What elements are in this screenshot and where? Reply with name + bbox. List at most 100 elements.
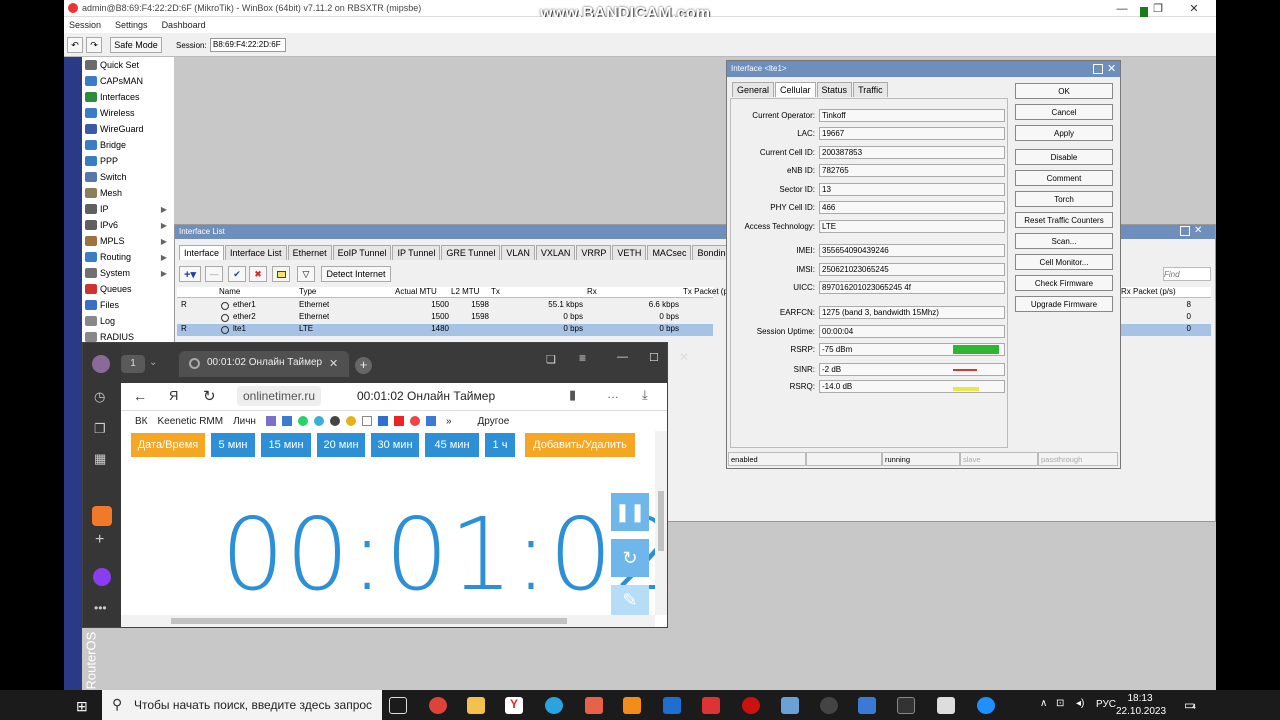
- sidebar-item-ipv6[interactable]: IPv6 ▶: [82, 217, 174, 233]
- browser-close-button[interactable]: ✕: [679, 350, 689, 364]
- restore-icon[interactable]: [1180, 226, 1190, 236]
- new-tab-button[interactable]: +: [355, 357, 372, 374]
- disable-button[interactable]: Disable: [1015, 149, 1113, 165]
- col-type[interactable]: Type: [299, 287, 316, 296]
- mail-icon[interactable]: [92, 506, 112, 526]
- scan-button[interactable]: Scan...: [1015, 233, 1113, 249]
- comment-button[interactable]: Comment: [1015, 170, 1113, 186]
- undo-button[interactable]: ↶: [67, 37, 83, 53]
- reload-icon[interactable]: ↻: [203, 387, 216, 405]
- sidebar-item-ppp[interactable]: PPP: [82, 153, 174, 169]
- tray-chevron-icon[interactable]: ∧: [1040, 698, 1047, 709]
- back-icon[interactable]: ←: [133, 388, 147, 404]
- whatsapp-icon[interactable]: [297, 416, 308, 426]
- current-cell-id-field[interactable]: 200387853: [819, 146, 1005, 159]
- redo-button[interactable]: ↷: [86, 37, 102, 53]
- safe-mode-button[interactable]: Safe Mode: [110, 37, 162, 53]
- find-input[interactable]: [1163, 267, 1211, 281]
- pause-button[interactable]: ❚❚: [611, 493, 649, 531]
- tab-gre-tunnel[interactable]: GRE Tunnel: [441, 245, 501, 260]
- more-options-icon[interactable]: …: [607, 387, 619, 401]
- app-icon[interactable]: [663, 697, 681, 714]
- timer-preset-button[interactable]: Добавить/Удалить: [525, 433, 635, 457]
- menu-settings[interactable]: Settings: [115, 20, 148, 30]
- col-rxp[interactable]: Rx Packet (p/s): [1121, 287, 1176, 296]
- tab-traffic[interactable]: Traffic: [853, 82, 888, 97]
- sector-id-field[interactable]: 13: [819, 183, 1005, 196]
- yandex-browser-icon[interactable]: Y: [505, 697, 523, 714]
- menu-session[interactable]: Session: [69, 20, 101, 30]
- browser-minimize-button[interactable]: —: [617, 351, 628, 363]
- table-row[interactable]: ether2 Ethernet 1500 1598 0 bps 0 bps: [177, 312, 713, 324]
- cell-monitor-button[interactable]: Cell Monitor...: [1015, 254, 1113, 270]
- col-rx[interactable]: Rx: [587, 287, 597, 296]
- task-view-icon[interactable]: [389, 697, 407, 714]
- col-l2mtu[interactable]: L2 MTU: [451, 287, 479, 296]
- language-indicator[interactable]: РУС: [1096, 699, 1116, 710]
- menu-icon[interactable]: ≡: [579, 351, 586, 365]
- enable-button[interactable]: ✔: [228, 266, 246, 282]
- network-icon[interactable]: ⊡: [1056, 698, 1064, 709]
- bookmark-keenetic[interactable]: Keenetic RMM: [158, 416, 224, 427]
- close-icon[interactable]: ✕: [1194, 225, 1202, 236]
- tab-close-icon[interactable]: ✕: [329, 357, 338, 370]
- bookmark-favicon-icon[interactable]: [265, 416, 276, 426]
- horizontal-scrollbar[interactable]: [121, 615, 655, 627]
- cancel-button[interactable]: Cancel: [1015, 104, 1113, 120]
- sidebar-item-mesh[interactable]: Mesh: [82, 185, 174, 201]
- session-uptime-field[interactable]: 00:00:04: [819, 325, 1005, 338]
- table-row[interactable]: Rether1 Ethernet 1500 1598 55.1 kbps 6.6 kbps: [177, 300, 713, 312]
- url-field[interactable]: onlinetimer.ru: [237, 386, 322, 406]
- sidebar-item-wireguard[interactable]: WireGuard: [82, 121, 174, 137]
- table-row[interactable]: Rlte1 LTE 1480 0 bps 0 bps: [177, 324, 713, 336]
- col-name[interactable]: Name: [219, 287, 240, 296]
- sidebar-item-switch[interactable]: Switch: [82, 169, 174, 185]
- bookmark-favicon-icon[interactable]: [329, 416, 340, 426]
- scroll-thumb[interactable]: [171, 618, 567, 624]
- windows-start-icon[interactable]: ⊞: [76, 698, 88, 715]
- sidebar-item-interfaces[interactable]: Interfaces: [82, 89, 174, 105]
- apply-button[interactable]: Apply: [1015, 125, 1113, 141]
- bookmark-favicon-icon[interactable]: [313, 416, 324, 426]
- chevron-down-icon[interactable]: ⌄: [149, 357, 157, 368]
- timer-preset-button[interactable]: 15 мин: [261, 433, 311, 457]
- history-icon[interactable]: ◷: [94, 389, 105, 405]
- check-firmware-button[interactable]: Check Firmware: [1015, 275, 1113, 291]
- anydesk-icon[interactable]: [585, 697, 603, 714]
- download-icon[interactable]: ⤓: [642, 387, 648, 403]
- lac-field[interactable]: 19667: [819, 127, 1005, 140]
- maps-icon[interactable]: [409, 416, 420, 426]
- add-icon[interactable]: +: [95, 531, 104, 549]
- timer-preset-button[interactable]: 20 мин: [317, 433, 365, 457]
- vertical-scrollbar[interactable]: [655, 431, 667, 615]
- torch-button[interactable]: Torch: [1015, 191, 1113, 207]
- sidebar-item-mpls[interactable]: MPLS ▶: [82, 233, 174, 249]
- chrome-icon[interactable]: [429, 697, 447, 714]
- app-icon[interactable]: [781, 697, 799, 714]
- apps-icon[interactable]: ▦: [94, 451, 106, 467]
- access-technology-field[interactable]: LTE: [819, 220, 1005, 233]
- winbox-icon[interactable]: [937, 697, 955, 714]
- upgrade-firmware-button[interactable]: Upgrade Firmware: [1015, 296, 1113, 312]
- close-button[interactable]: ✕: [1176, 0, 1212, 17]
- reset-button[interactable]: ↻: [611, 539, 649, 577]
- app-icon[interactable]: [977, 697, 995, 714]
- timer-preset-button[interactable]: 5 мин: [211, 433, 255, 457]
- disable-button[interactable]: ✖: [249, 266, 267, 282]
- collections-icon[interactable]: ❐: [94, 421, 106, 437]
- tab-interface[interactable]: Interface: [179, 245, 225, 260]
- bookmark-favicon-icon[interactable]: [281, 416, 292, 426]
- restore-icon[interactable]: [1093, 64, 1103, 74]
- close-icon[interactable]: ✕: [1107, 62, 1116, 75]
- sidebar-item-ip[interactable]: IP ▶: [82, 201, 174, 217]
- sidebar-item-log[interactable]: Log: [82, 313, 174, 329]
- bookmarks-more[interactable]: »: [446, 416, 452, 427]
- app-icon[interactable]: [820, 697, 838, 714]
- tab-eoip-tunnel[interactable]: EoIP Tunnel: [332, 245, 392, 260]
- session-field[interactable]: B8:69:F4:22:2D:6F: [210, 38, 286, 52]
- timer-preset-button[interactable]: 45 мин: [425, 433, 479, 457]
- add-button[interactable]: +▾: [179, 266, 201, 282]
- tab-vxlan[interactable]: VXLAN: [535, 245, 576, 260]
- bookmark-other[interactable]: Другое: [478, 416, 510, 427]
- browser-maximize-button[interactable]: ☐: [649, 351, 659, 364]
